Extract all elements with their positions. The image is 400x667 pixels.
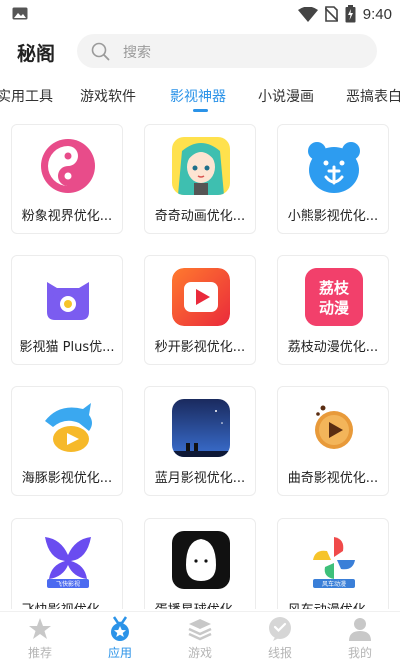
nav-label: 我的	[347, 646, 372, 660]
dolphin-icon	[39, 399, 97, 457]
app-card[interactable]: 风车动漫 风车动漫优化...	[277, 518, 389, 609]
app-name: 海豚影视优化...	[21, 471, 113, 486]
litchi-text-icon: 荔枝 动漫	[305, 268, 363, 326]
play-button-icon	[172, 268, 230, 326]
search-placeholder: 搜索	[123, 45, 151, 61]
app-name: 奇奇动画优化...	[154, 209, 246, 224]
icon-text: 动漫	[319, 299, 350, 317]
app-card[interactable]: 荔枝 动漫 荔枝动漫优化...	[277, 255, 389, 365]
app-card[interactable]: 蓝月影视优化...	[144, 386, 256, 496]
tab-video[interactable]: 影视神器	[170, 86, 226, 106]
status-bar: 9:40	[0, 0, 400, 28]
app-name: 小熊影视优化...	[287, 209, 379, 224]
app-card[interactable]: 曲奇影视优化...	[277, 386, 389, 496]
search-input[interactable]: 搜索	[77, 34, 377, 68]
layers-icon	[188, 619, 212, 641]
nav-label: 游戏	[187, 646, 212, 660]
clock: 9:40	[362, 5, 392, 23]
app-name: 影视猫 Plus优...	[19, 340, 115, 355]
nav-me[interactable]: 我的	[320, 614, 400, 666]
app-card[interactable]: 飞快影视 飞快影视优化...	[11, 518, 123, 609]
tab-novels[interactable]: 小说漫画	[258, 86, 314, 106]
icon-text: 飞快影视	[56, 580, 80, 588]
app-card[interactable]: 秒开影视优化...	[144, 255, 256, 365]
bear-anchor-icon	[305, 137, 363, 195]
icon-text: 荔枝	[319, 279, 350, 297]
app-card[interactable]: 粉象视界优化...	[11, 124, 123, 234]
app-name: 风车动漫优化...	[278, 599, 388, 609]
wifi-icon	[297, 6, 318, 22]
app-name: 蛋播星球优化...	[145, 599, 255, 609]
butterfly-icon: 飞快影视	[39, 531, 97, 589]
blue-moon-icon	[172, 399, 230, 457]
app-card[interactable]: 影视猫 Plus优...	[11, 255, 123, 365]
app-screen: 9:40 秘阁 搜索 实用工具 游戏软件 影视神器 小说漫画 恶搞表白 粉象视界…	[0, 0, 400, 667]
app-name: 曲奇影视优化...	[287, 471, 379, 486]
app-name: 荔枝动漫优化...	[287, 340, 379, 355]
chat-dots-icon	[269, 617, 291, 641]
medal-star-icon	[111, 616, 129, 641]
nav-recommend[interactable]: 推荐	[0, 614, 80, 666]
category-tabs: 实用工具 游戏软件 影视神器 小说漫画 恶搞表白	[0, 82, 400, 116]
nav-label: 线报	[267, 646, 292, 660]
app-card[interactable]: 海豚影视优化...	[11, 386, 123, 496]
no-sim-icon	[324, 6, 338, 22]
app-name: 粉象视界优化...	[21, 209, 113, 224]
top-header: 秘阁 搜索	[0, 32, 400, 72]
search-icon	[91, 42, 110, 61]
active-tab-indicator	[193, 109, 208, 112]
icon-text: 风车动漫	[322, 580, 346, 588]
bottom-nav: 推荐 应用 游戏 线报 我的	[0, 611, 400, 667]
pink-yin-yang-icon	[39, 137, 97, 195]
app-name: 飞快影视优化...	[12, 599, 122, 609]
app-card[interactable]: 奇奇动画优化...	[144, 124, 256, 234]
anime-girl-icon	[172, 137, 230, 195]
nav-news[interactable]: 线报	[240, 614, 320, 666]
star-icon	[29, 618, 51, 639]
battery-charging-icon	[345, 5, 356, 23]
page-title: 秘阁	[17, 43, 56, 65]
nav-apps[interactable]: 应用	[80, 614, 160, 666]
person-icon	[349, 618, 371, 641]
gallery-icon	[12, 7, 28, 20]
purple-cat-icon	[39, 268, 97, 326]
tab-games[interactable]: 游戏软件	[80, 86, 136, 106]
app-card[interactable]: 蛋播星球优化...	[144, 518, 256, 609]
egg-tv-icon	[172, 531, 230, 589]
app-card[interactable]: 小熊影视优化...	[277, 124, 389, 234]
app-grid: 粉象视界优化... 奇奇动画优化... 小熊影视优化... 影视猫 Plus优.…	[0, 124, 400, 609]
nav-games[interactable]: 游戏	[160, 614, 240, 666]
app-name: 秒开影视优化...	[154, 340, 246, 355]
tab-pranks[interactable]: 恶搞表白	[346, 86, 400, 106]
tab-tools[interactable]: 实用工具	[0, 86, 53, 106]
nav-label: 推荐	[27, 646, 52, 660]
nav-label: 应用	[107, 646, 132, 660]
pinwheel-icon: 风车动漫	[305, 531, 363, 589]
cookie-play-icon	[305, 399, 363, 457]
app-name: 蓝月影视优化...	[154, 471, 246, 486]
